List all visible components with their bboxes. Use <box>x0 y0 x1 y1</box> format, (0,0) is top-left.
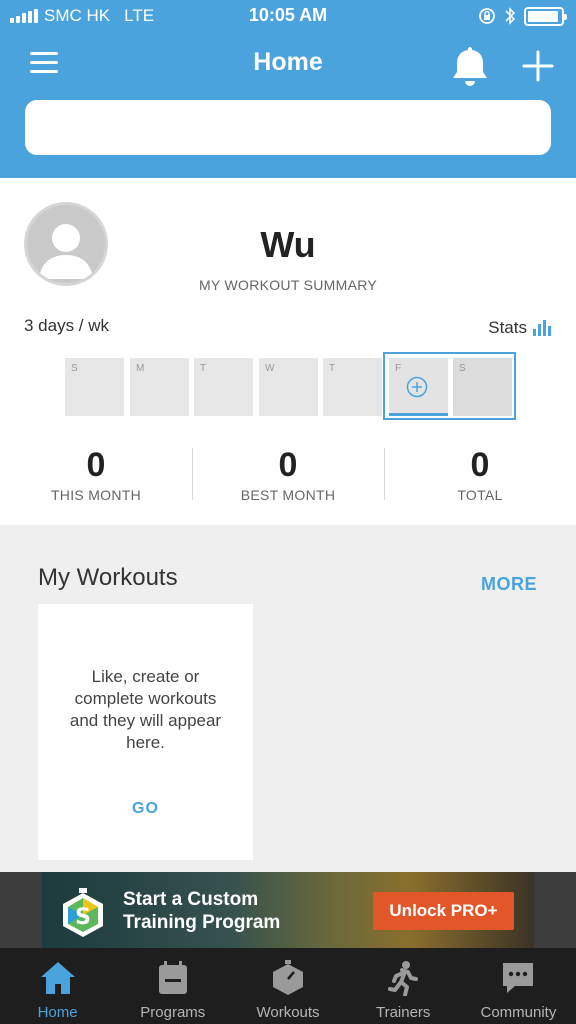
banner-text: Start a Custom Training Program <box>123 888 280 934</box>
bar-chart-icon <box>533 320 551 336</box>
day-thursday[interactable]: T <box>323 358 382 416</box>
day-sunday[interactable]: S <box>65 358 124 416</box>
metric-value: 0 <box>278 446 298 484</box>
day-wednesday[interactable]: W <box>259 358 318 416</box>
metric-this-month: 0 THIS MONTH <box>0 446 192 503</box>
day-label: T <box>329 363 336 374</box>
day-label: T <box>200 363 207 374</box>
more-button[interactable]: MORE <box>481 574 537 595</box>
metric-label: BEST MONTH <box>240 487 336 503</box>
day-label: S <box>71 363 78 374</box>
workout-frequency[interactable]: 3 days / wk <box>24 316 109 336</box>
metric-total: 0 TOTAL <box>384 446 576 503</box>
tab-label: Programs <box>140 1004 206 1021</box>
go-button[interactable]: GO <box>38 800 253 818</box>
menu-button[interactable] <box>30 52 58 76</box>
add-circle-icon[interactable] <box>406 376 428 398</box>
my-workouts-title: My Workouts <box>38 564 178 591</box>
banner-line-1: Start a Custom <box>123 889 259 910</box>
metric-best-month: 0 BEST MONTH <box>192 446 384 503</box>
empty-message: Like, create or complete workouts and th… <box>69 667 222 752</box>
today-indicator <box>389 413 448 416</box>
add-button[interactable] <box>520 48 556 84</box>
sworkit-logo-icon: S <box>63 888 103 937</box>
workout-summary-card: Wu MY WORKOUT SUMMARY 3 days / wk Stats … <box>0 178 576 525</box>
tab-trainers[interactable]: Trainers <box>346 948 461 1024</box>
home-icon <box>40 962 75 994</box>
status-bar: SMC HK LTE 10:05 AM <box>0 0 576 34</box>
bell-icon <box>453 47 487 86</box>
tab-programs[interactable]: Programs <box>115 948 230 1024</box>
promo-banner[interactable]: S Start a Custom Training Program Unlock… <box>42 872 534 948</box>
tab-label: Workouts <box>256 1004 320 1021</box>
search-input[interactable] <box>25 100 551 155</box>
battery-icon <box>524 6 567 26</box>
metric-label: THIS MONTH <box>50 487 142 503</box>
orientation-lock-icon <box>479 8 495 24</box>
summary-label: MY WORKOUT SUMMARY <box>198 277 378 293</box>
stats-label: Stats <box>488 318 527 337</box>
metric-value: 0 <box>86 446 106 484</box>
unlock-pro-button[interactable]: Unlock PRO+ <box>373 892 514 930</box>
svg-text:S: S <box>75 905 91 930</box>
day-tuesday[interactable]: T <box>194 358 253 416</box>
tab-workouts[interactable]: Workouts <box>230 948 345 1024</box>
status-right <box>478 6 567 26</box>
stats-button[interactable]: Stats <box>488 318 551 338</box>
bluetooth-icon <box>505 7 516 25</box>
tab-label: Community <box>480 1004 557 1021</box>
tab-bar: Home Programs Workouts Trainers Communit… <box>0 948 576 1024</box>
tab-label: Trainers <box>375 1004 431 1021</box>
tab-label: Home <box>37 1004 78 1021</box>
current-days-frame <box>383 352 516 420</box>
navbar: Home <box>0 40 576 90</box>
metric-value: 0 <box>470 446 490 484</box>
tab-home[interactable]: Home <box>0 948 115 1024</box>
week-calendar: S M T W T F S <box>65 352 516 420</box>
calendar-icon <box>158 961 187 994</box>
plus-icon <box>522 50 554 82</box>
notifications-button[interactable] <box>450 44 490 88</box>
day-label: M <box>136 363 145 374</box>
day-monday[interactable]: M <box>130 358 189 416</box>
tab-community[interactable]: Community <box>461 948 576 1024</box>
banner-line-2: Training Program <box>123 912 281 933</box>
header: SMC HK LTE 10:05 AM Home <box>0 0 576 178</box>
metric-label: TOTAL <box>457 487 503 503</box>
empty-workouts-card: Like, create or complete workouts and th… <box>38 604 253 860</box>
user-name: Wu <box>260 224 316 265</box>
chat-bubble-icon <box>503 963 534 993</box>
day-label: W <box>265 363 275 374</box>
stopwatch-icon <box>273 960 303 995</box>
runner-icon <box>388 961 419 996</box>
